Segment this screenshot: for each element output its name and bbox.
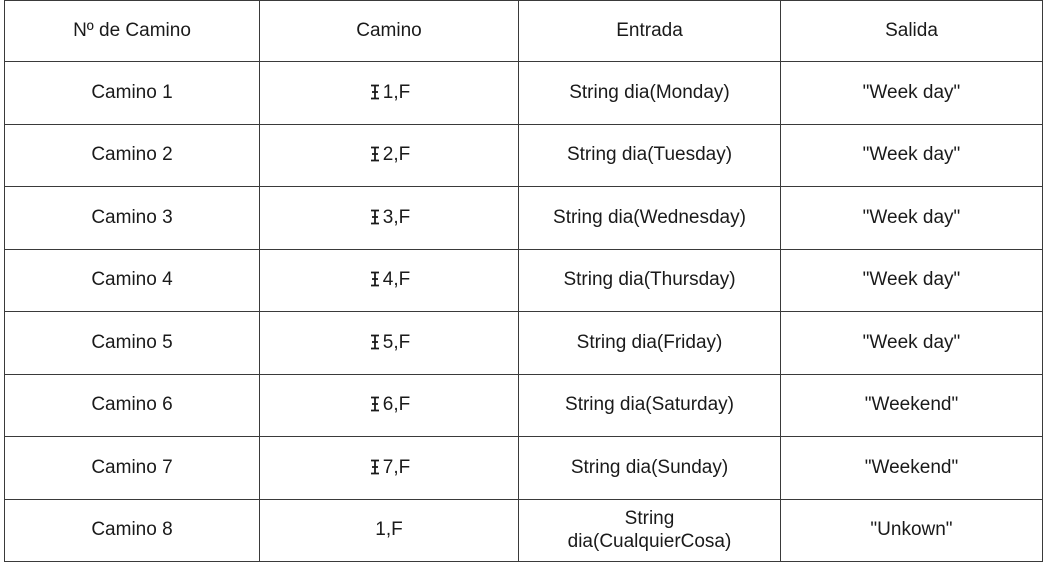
header-entrada: Entrada	[518, 0, 781, 62]
cell-camino: Camino 1	[4, 61, 260, 125]
cell-camino: Camino 2	[4, 123, 260, 187]
header-num-camino: Nº de Camino	[4, 0, 260, 62]
entrada-line-1: String	[624, 507, 675, 529]
table-row: Camino 2 2,F String dia(Tuesday) "Week d…	[4, 123, 1043, 187]
path-text: 4,F	[382, 269, 411, 291]
header-salida: Salida	[780, 0, 1043, 62]
entrada-line-2: dia(CualquierCosa)	[567, 531, 732, 553]
path-text: 6,F	[382, 394, 411, 416]
cell-camino: Camino 6	[4, 373, 260, 437]
table-header-row: Nº de Camino Camino Entrada Salida	[4, 0, 1043, 62]
cell-path: 7,F	[259, 436, 519, 500]
cell-salida: "Weekend"	[780, 436, 1043, 500]
table-row: Camino 7 7,F String dia(Sunday) "Weekend…	[4, 436, 1043, 500]
i-beam-cursor-icon	[368, 209, 382, 225]
i-beam-cursor-icon	[368, 84, 382, 100]
cell-path: 1,F	[259, 498, 519, 562]
i-beam-cursor-icon	[368, 396, 382, 412]
cell-salida: "Weekend"	[780, 373, 1043, 437]
path-text: 3,F	[382, 206, 411, 228]
cell-path: 3,F	[259, 186, 519, 250]
cell-path: 4,F	[259, 248, 519, 312]
cell-entrada: String dia(Saturday)	[518, 373, 781, 437]
table-row: Camino 4 4,F String dia(Thursday) "Week …	[4, 248, 1043, 312]
cell-salida: "Week day"	[780, 61, 1043, 125]
i-beam-cursor-icon	[368, 271, 382, 287]
cell-entrada: String dia(Wednesday)	[518, 186, 781, 250]
cell-salida: "Week day"	[780, 311, 1043, 375]
path-text: 7,F	[382, 456, 411, 478]
path-text: 5,F	[382, 331, 411, 353]
cell-salida: "Unkown"	[780, 498, 1043, 562]
table-row: Camino 1 1,F String dia(Monday) "Week da…	[4, 61, 1043, 125]
paths-table-container: Nº de Camino Camino Entrada Salida Camin…	[4, 0, 1043, 562]
path-text: 1,F	[382, 81, 411, 103]
table-row: Camino 3 3,F String dia(Wednesday) "Week…	[4, 186, 1043, 250]
path-text: 1,F	[375, 519, 403, 541]
cell-entrada: String dia(Monday)	[518, 61, 781, 125]
header-camino: Camino	[259, 0, 519, 62]
cell-salida: "Week day"	[780, 248, 1043, 312]
cell-path: 5,F	[259, 311, 519, 375]
cell-camino: Camino 5	[4, 311, 260, 375]
table-row: Camino 5 5,F String dia(Friday) "Week da…	[4, 311, 1043, 375]
paths-table: Nº de Camino Camino Entrada Salida Camin…	[4, 0, 1043, 562]
table-row: Camino 8 1,F String dia(CualquierCosa) "U…	[4, 498, 1043, 562]
cell-camino: Camino 7	[4, 436, 260, 500]
i-beam-cursor-icon	[368, 459, 382, 475]
cell-entrada: String dia(Thursday)	[518, 248, 781, 312]
cell-path: 1,F	[259, 61, 519, 125]
cell-path: 2,F	[259, 123, 519, 187]
cell-entrada: String dia(Sunday)	[518, 436, 781, 500]
table-row: Camino 6 6,F String dia(Saturday) "Weeke…	[4, 373, 1043, 437]
i-beam-cursor-icon	[368, 334, 382, 350]
cell-entrada: String dia(Tuesday)	[518, 123, 781, 187]
cell-salida: "Week day"	[780, 123, 1043, 187]
cell-camino: Camino 4	[4, 248, 260, 312]
cell-path: 6,F	[259, 373, 519, 437]
cell-entrada: String dia(Friday)	[518, 311, 781, 375]
i-beam-cursor-icon	[368, 146, 382, 162]
cell-salida: "Week day"	[780, 186, 1043, 250]
path-text: 2,F	[382, 144, 411, 166]
cell-camino: Camino 8	[4, 498, 260, 562]
cell-camino: Camino 3	[4, 186, 260, 250]
cell-entrada: String dia(CualquierCosa)	[518, 498, 781, 562]
